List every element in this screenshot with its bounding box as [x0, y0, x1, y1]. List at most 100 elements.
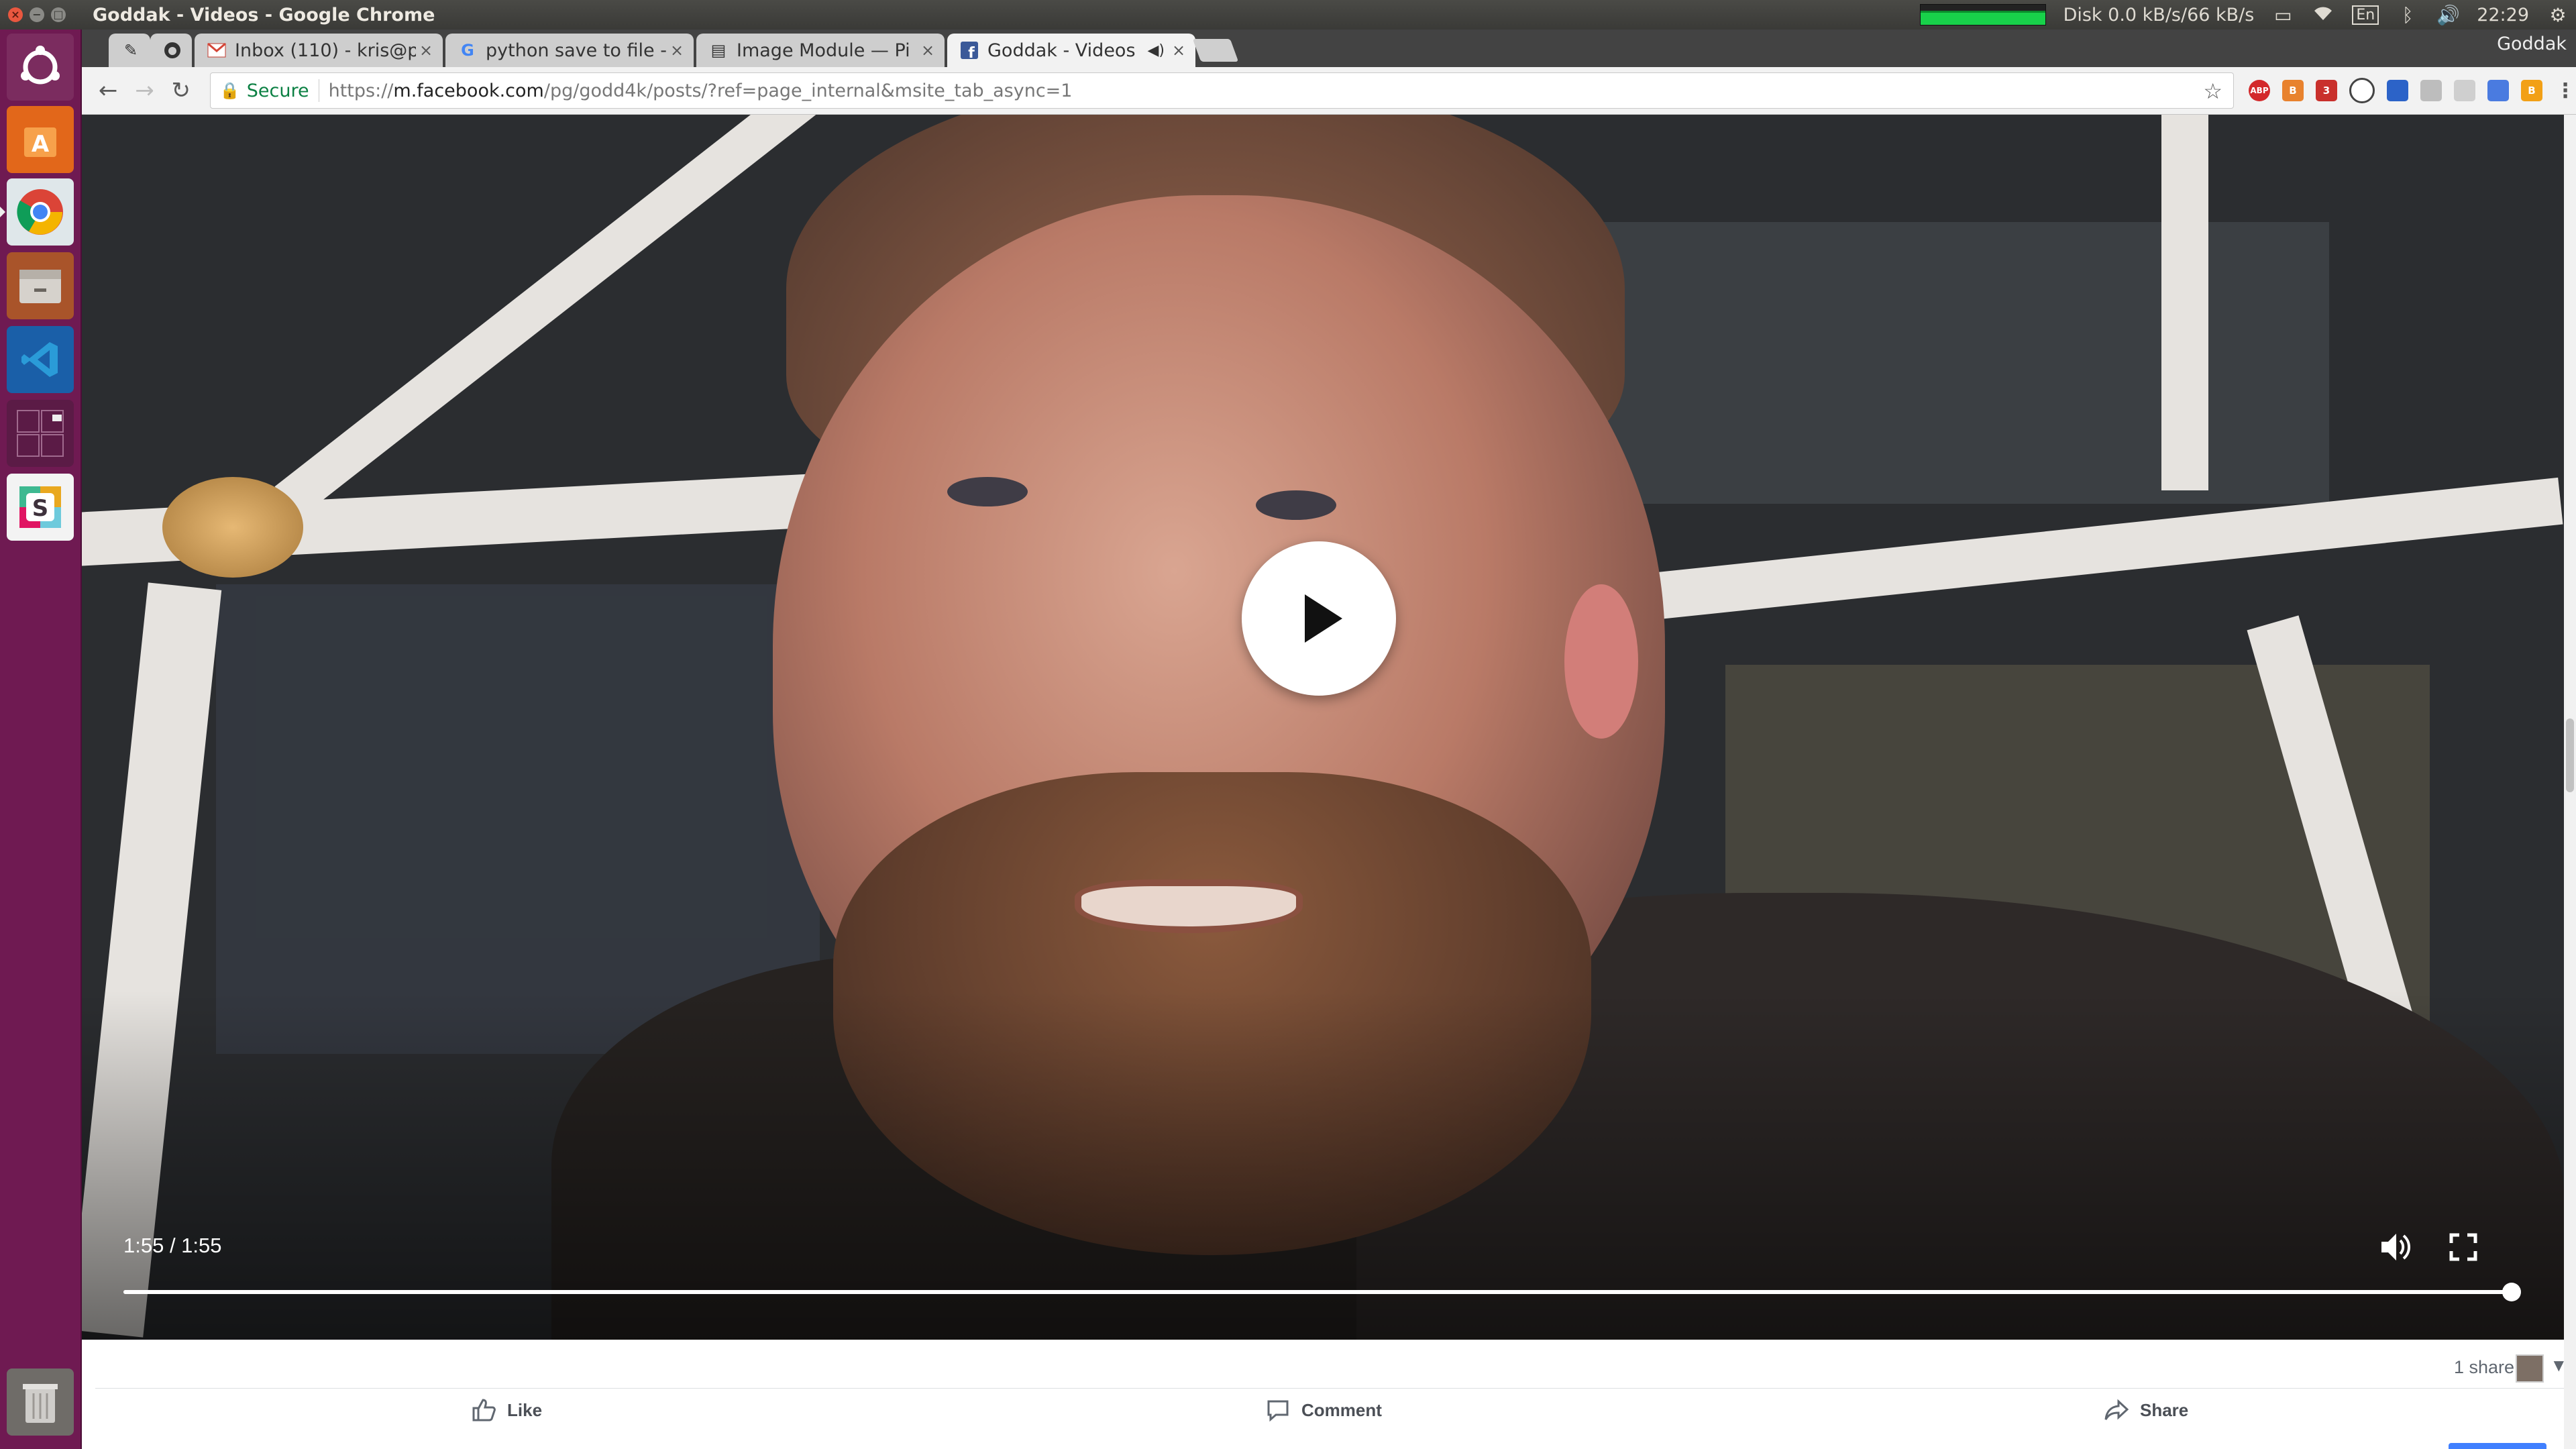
play-icon	[1305, 594, 1342, 643]
tab-strip: ✎ Inbox (110) - kris@p × G python save t…	[82, 30, 2576, 67]
video-progress-bar[interactable]	[123, 1283, 2521, 1301]
system-top-bar: × − □ Goddak - Videos - Google Chrome Di…	[0, 0, 2576, 30]
wifi-icon[interactable]	[2312, 4, 2334, 26]
facebook-icon: f	[959, 40, 979, 60]
close-tab-icon[interactable]: ×	[1169, 41, 1189, 60]
video-progress-fill	[123, 1290, 2512, 1294]
folder-extension-icon[interactable]	[2387, 80, 2409, 101]
unity-launcher: A S	[0, 30, 82, 1449]
profile-name[interactable]: Goddak	[2497, 34, 2567, 54]
angular-extension-icon[interactable]	[2420, 80, 2443, 101]
page-scrollbar[interactable]	[2564, 115, 2576, 1449]
gmail-icon	[207, 40, 227, 60]
floating-button-edge[interactable]	[2449, 1443, 2546, 1449]
translate-extension-icon[interactable]	[2487, 80, 2510, 101]
tab-gmail[interactable]: Inbox (110) - kris@p ×	[195, 34, 443, 67]
post-meta-row: 1 share ▼	[95, 1348, 2564, 1389]
google-icon: G	[461, 41, 474, 60]
share-icon	[2104, 1399, 2129, 1420]
play-button[interactable]	[1242, 541, 1396, 696]
tab-pinned-github[interactable]	[150, 34, 192, 67]
close-tab-icon[interactable]: ×	[918, 41, 938, 60]
comment-icon	[1267, 1400, 1289, 1422]
tab-google-search[interactable]: G python save to file - ×	[445, 34, 694, 67]
files-icon[interactable]	[7, 252, 74, 319]
vscode-icon[interactable]	[7, 326, 74, 393]
tab-title: Image Module — Pi	[737, 40, 910, 61]
software-center-icon[interactable]: A	[7, 106, 74, 173]
tab-title: Goddak - Videos	[987, 40, 1136, 61]
fullscreen-icon	[2449, 1233, 2477, 1261]
sharer-avatar[interactable]	[2516, 1354, 2544, 1383]
blogger-extension-icon[interactable]: B	[2521, 80, 2543, 101]
window-controls: × − □	[8, 7, 66, 22]
tab-title: Inbox (110) - kris@p	[235, 40, 416, 61]
chrome-menu-icon[interactable]: ⋮	[2555, 79, 2576, 103]
comment-button[interactable]: Comment	[1265, 1397, 1382, 1423]
speaker-icon	[2381, 1234, 2411, 1260]
tab-image-module[interactable]: ▤ Image Module — Pi ×	[696, 34, 945, 67]
close-tab-icon[interactable]: ×	[667, 41, 687, 60]
share-label: Share	[2140, 1399, 2189, 1420]
disk-activity-graph[interactable]	[1919, 4, 2046, 25]
ceiling-lamp	[162, 477, 303, 578]
bucket-extension-icon[interactable]: B	[2282, 80, 2304, 101]
back-button[interactable]: ←	[90, 77, 126, 104]
system-indicators: Disk 0.0 kB/s/66 kB/s ▭ En ᛒ 🔊 22:29 ⚙	[1919, 0, 2576, 30]
audio-playing-icon[interactable]: ◀)	[1147, 42, 1165, 59]
mail-checker-icon[interactable]: 3	[2316, 80, 2338, 101]
thumbs-up-icon	[472, 1399, 496, 1421]
tab-goddak-videos[interactable]: f Goddak - Videos ◀) ×	[947, 34, 1195, 67]
bluetooth-icon[interactable]: ᛒ	[2396, 4, 2419, 26]
post-actions: Like Comment Share	[95, 1389, 2564, 1436]
slack-icon[interactable]: S	[7, 474, 74, 541]
trash-icon[interactable]	[7, 1368, 74, 1436]
chrome-icon[interactable]	[0, 178, 74, 246]
maximize-window-button[interactable]: □	[51, 7, 66, 22]
extension-icons: ABP B 3 B ⋮	[2249, 78, 2576, 103]
svg-text:A: A	[32, 131, 50, 158]
reload-button[interactable]: ↻	[163, 77, 199, 104]
share-button[interactable]: Share	[2104, 1397, 2188, 1423]
video-time-display: 1:55 / 1:55	[123, 1234, 222, 1257]
minimize-window-button[interactable]: −	[30, 7, 44, 22]
new-tab-button[interactable]	[1192, 39, 1239, 62]
bookmark-star-icon[interactable]: ☆	[2203, 78, 2222, 104]
lock-icon: 🔒	[219, 81, 240, 100]
volume-button[interactable]	[2376, 1228, 2414, 1266]
svg-text:f: f	[968, 45, 975, 59]
settings-gear-icon[interactable]: ⚙	[2546, 4, 2569, 26]
adblock-plus-icon[interactable]: ABP	[2249, 80, 2271, 101]
tab-title: python save to file -	[486, 40, 667, 61]
timer-extension-icon[interactable]	[2349, 78, 2375, 103]
svg-text:S: S	[32, 495, 49, 522]
workspace-switcher-icon[interactable]	[7, 400, 74, 467]
camera-extension-icon[interactable]	[2454, 80, 2476, 101]
tablet-icon[interactable]: ▭	[2271, 4, 2294, 26]
like-button[interactable]: Like	[471, 1397, 542, 1423]
volume-icon[interactable]: 🔊	[2436, 4, 2460, 26]
url-text: https://m.facebook.com/pg/godd4k/posts/?…	[328, 80, 1073, 101]
address-bar[interactable]: 🔒 Secure https://m.facebook.com/pg/godd4…	[209, 72, 2235, 109]
close-window-button[interactable]: ×	[8, 7, 23, 22]
disk-activity-label: Disk 0.0 kB/s/66 kB/s	[2063, 4, 2255, 25]
scrollbar-thumb[interactable]	[2566, 718, 2574, 792]
video-frame	[82, 115, 2564, 1340]
ubuntu-dash-icon[interactable]	[7, 34, 74, 101]
clock[interactable]: 22:29	[2477, 5, 2529, 25]
keyboard-layout-indicator[interactable]: En	[2352, 5, 2379, 25]
fullscreen-button[interactable]	[2445, 1228, 2482, 1266]
video-player[interactable]: 1:55 / 1:55	[82, 115, 2564, 1340]
chevron-down-icon[interactable]: ▼	[2554, 1357, 2564, 1373]
share-count[interactable]: 1 share	[2454, 1357, 2514, 1378]
secure-label: Secure	[246, 80, 309, 101]
browser-toolbar: ← → ↻ 🔒 Secure https://m.facebook.com/pg…	[82, 67, 2576, 115]
like-label: Like	[507, 1399, 543, 1420]
video-scrubber-handle[interactable]	[2502, 1283, 2521, 1301]
close-tab-icon[interactable]: ×	[416, 41, 436, 60]
comment-label: Comment	[1301, 1399, 1382, 1420]
tab-pinned-1[interactable]: ✎	[109, 34, 150, 67]
forward-button[interactable]: →	[126, 77, 162, 104]
page-content: 1:55 / 1:55 1 share ▼ Like Comment Share	[82, 115, 2576, 1449]
github-icon	[162, 40, 182, 60]
